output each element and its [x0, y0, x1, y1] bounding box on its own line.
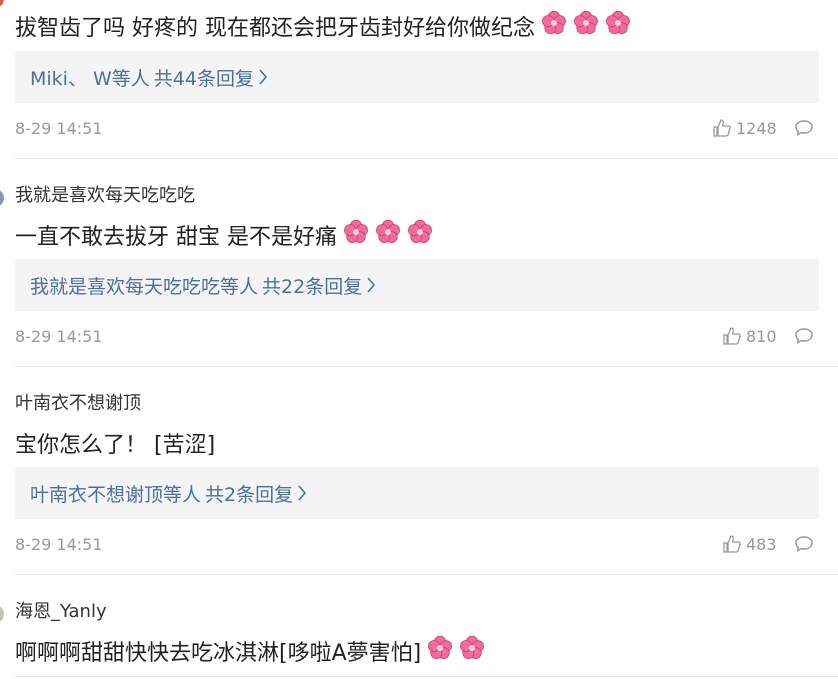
comment-item: 拔智齿了吗 好疼的 现在都还会把牙齿封好给你做纪念 Miki、 W 等人 共44…: [0, 0, 838, 158]
like-count: 1248: [736, 118, 777, 138]
emoji-group: [421, 635, 485, 667]
reply-names[interactable]: 我就是喜欢每天吃吃吃: [30, 272, 220, 299]
replies-summary[interactable]: Miki、 W 等人 共44条回复: [15, 51, 819, 103]
comment-bubble-icon[interactable]: [794, 327, 814, 345]
cherry-blossom-icon: [542, 10, 566, 35]
reply-etc: 等人: [220, 275, 259, 298]
comment-time: 8-29 14:51: [15, 119, 103, 138]
like-button[interactable]: 810: [722, 326, 777, 346]
comment-username[interactable]: 海恩_Yanly: [15, 597, 107, 623]
comment-text: 啊啊啊甜甜快快去吃冰淇淋[哆啦A夢害怕]: [15, 635, 485, 667]
comment-text: 拔智齿了吗 好疼的 现在都还会把牙齿封好给你做纪念: [15, 10, 631, 42]
replies-summary[interactable]: 我就是喜欢每天吃吃吃 等人 共22条回复: [15, 259, 819, 311]
comment-item: 叶南衣不想谢顶 宝你怎么了！ [苦涩] 叶南衣不想谢顶 等人 共2条回复 8-2…: [0, 367, 838, 574]
divider: [15, 676, 838, 677]
cherry-blossom-icon: [574, 10, 598, 35]
comment-time: 8-29 14:51: [15, 327, 103, 346]
like-count: 483: [746, 534, 777, 554]
chevron-right-icon: [259, 69, 268, 85]
reply-count[interactable]: 共44条回复: [154, 64, 254, 91]
reply-etc: 等人: [163, 483, 202, 506]
reply-names[interactable]: 叶南衣不想谢顶: [30, 480, 163, 507]
avatar[interactable]: [0, 605, 4, 623]
emoji-group: [535, 10, 631, 42]
avatar[interactable]: [0, 0, 4, 8]
comment-bubble-icon[interactable]: [794, 535, 814, 553]
reply-count[interactable]: 共22条回复: [262, 272, 362, 299]
like-button[interactable]: 483: [722, 534, 777, 554]
comment-text: 宝你怎么了！ [苦涩]: [15, 433, 216, 458]
reply-count[interactable]: 共2条回复: [205, 480, 293, 507]
cherry-blossom-icon: [376, 219, 400, 244]
chevron-right-icon: [298, 485, 307, 501]
reply-names[interactable]: Miki、 W: [30, 64, 112, 91]
comment-bubble-icon[interactable]: [794, 119, 814, 137]
comment-username[interactable]: 叶南衣不想谢顶: [15, 389, 141, 415]
emoji-group: [337, 219, 433, 251]
comment-time: 8-29 14:51: [15, 535, 103, 554]
cherry-blossom-icon: [428, 635, 453, 660]
thumbs-up-icon: [713, 119, 731, 137]
cherry-blossom-icon: [460, 635, 485, 660]
like-button[interactable]: 1248: [712, 118, 777, 138]
comment-item: 我就是喜欢每天吃吃吃 一直不敢去拔牙 甜宝 是不是好痛 我就是喜欢每天吃吃吃 等…: [0, 159, 838, 366]
like-count: 810: [746, 326, 777, 346]
cherry-blossom-icon: [606, 10, 630, 35]
chevron-right-icon: [367, 277, 376, 293]
comment-text: 一直不敢去拔牙 甜宝 是不是好痛: [15, 219, 433, 251]
avatar[interactable]: [0, 189, 4, 207]
comment-item: 海恩_Yanly 啊啊啊甜甜快快去吃冰淇淋[哆啦A夢害怕]: [0, 575, 838, 679]
cherry-blossom-icon: [408, 219, 432, 244]
cherry-blossom-icon: [344, 219, 368, 244]
comment-username[interactable]: 我就是喜欢每天吃吃吃: [15, 181, 195, 207]
reply-etc: 等人: [111, 67, 150, 90]
replies-summary[interactable]: 叶南衣不想谢顶 等人 共2条回复: [15, 467, 819, 519]
thumbs-up-icon: [723, 535, 741, 553]
thumbs-up-icon: [723, 327, 741, 345]
